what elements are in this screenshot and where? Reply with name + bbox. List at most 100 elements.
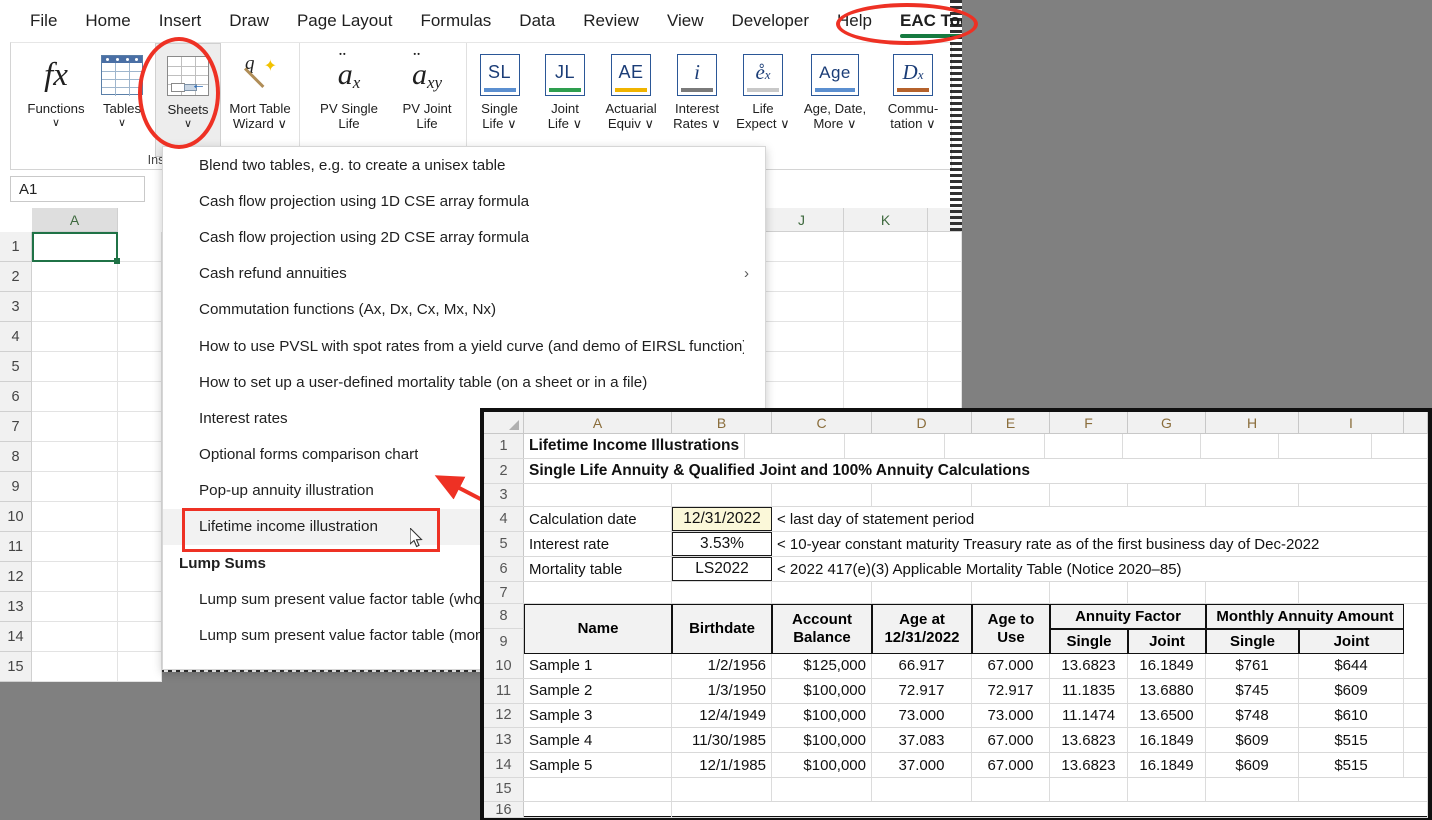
cell-K4[interactable] bbox=[844, 322, 928, 352]
cell-E1[interactable] bbox=[1045, 434, 1124, 458]
cell-F15[interactable] bbox=[1050, 777, 1128, 801]
cell-C4-note[interactable]: < last day of statement period bbox=[772, 507, 979, 531]
cell-B14[interactable] bbox=[118, 622, 162, 652]
cell-A6-mortality-table-label[interactable]: Mortality table bbox=[524, 557, 672, 581]
cell-H1[interactable] bbox=[1279, 434, 1373, 458]
cell-L1[interactable] bbox=[928, 232, 962, 262]
cell-J5[interactable] bbox=[760, 352, 844, 382]
tab-home[interactable]: Home bbox=[71, 5, 144, 37]
menu-item-cash-flow-2d[interactable]: Cash flow projection using 2D CSE array … bbox=[163, 219, 765, 255]
menu-item-cash-refund-annuities[interactable]: Cash refund annuities › bbox=[163, 256, 765, 292]
tab-draw[interactable]: Draw bbox=[215, 5, 283, 37]
cell-A5-interest-rate-label[interactable]: Interest rate bbox=[524, 532, 672, 556]
tab-view[interactable]: View bbox=[653, 5, 718, 37]
cell-C3[interactable] bbox=[772, 484, 872, 506]
cell-J2[interactable] bbox=[760, 262, 844, 292]
cell-D12[interactable]: 73.000 bbox=[872, 703, 972, 728]
row-header-13[interactable]: 13 bbox=[484, 728, 524, 753]
cell-J14[interactable] bbox=[1404, 753, 1428, 777]
row-header-14[interactable]: 14 bbox=[484, 753, 524, 777]
cell-I3[interactable] bbox=[1299, 484, 1428, 506]
cell-D4-overflow[interactable] bbox=[979, 507, 1428, 531]
row-header-2[interactable]: 2 bbox=[484, 459, 524, 483]
cell-K5[interactable] bbox=[844, 352, 928, 382]
column-header-H[interactable]: H bbox=[1206, 412, 1299, 433]
cell-B3[interactable] bbox=[672, 484, 772, 506]
cell-K1[interactable] bbox=[844, 232, 928, 262]
cell-F13[interactable]: 13.6823 bbox=[1050, 728, 1128, 753]
cell-E15[interactable] bbox=[972, 777, 1050, 801]
tab-review[interactable]: Review bbox=[569, 5, 653, 37]
cell-A2[interactable] bbox=[32, 262, 118, 292]
row-header-1[interactable]: 1 bbox=[484, 434, 524, 458]
cell-G13[interactable]: 16.1849 bbox=[1128, 728, 1206, 753]
row-header-10[interactable]: 10 bbox=[484, 654, 524, 678]
cell-A7[interactable] bbox=[32, 412, 118, 442]
cell-I7[interactable] bbox=[1299, 582, 1428, 603]
cell-A10[interactable] bbox=[32, 502, 118, 532]
cell-J8[interactable] bbox=[1404, 604, 1428, 654]
fill-handle[interactable] bbox=[114, 258, 120, 264]
cell-B13[interactable]: 11/30/1985 bbox=[672, 728, 772, 753]
row-header-3[interactable]: 3 bbox=[484, 484, 524, 506]
cell-F3[interactable] bbox=[1050, 484, 1128, 506]
row-header-15[interactable]: 15 bbox=[484, 777, 524, 801]
row-header-8[interactable]: 8 bbox=[0, 442, 32, 472]
cell-D13[interactable]: 37.083 bbox=[872, 728, 972, 753]
column-header-K[interactable]: K bbox=[844, 208, 928, 232]
row-header-10[interactable]: 10 bbox=[0, 502, 32, 532]
cell-F10[interactable]: 13.6823 bbox=[1050, 654, 1128, 678]
cell-G10[interactable]: 16.1849 bbox=[1128, 654, 1206, 678]
cell-B15[interactable] bbox=[118, 652, 162, 682]
ribbon-button-commutation[interactable]: Dx Commu- tation ∨ bbox=[874, 43, 952, 131]
cell-C6-note[interactable]: < 2022 417(e)(3) Applicable Mortality Ta… bbox=[772, 557, 1187, 581]
cell-D11[interactable]: 72.917 bbox=[872, 678, 972, 703]
cell-C10[interactable]: $125,000 bbox=[772, 654, 872, 678]
menu-item-blend-two-tables[interactable]: Blend two tables, e.g. to create a unise… bbox=[163, 147, 765, 183]
cell-B4-calculation-date-value[interactable]: 12/31/2022 bbox=[672, 507, 772, 531]
cell-H12[interactable]: $748 bbox=[1206, 703, 1299, 728]
cell-A8[interactable] bbox=[32, 442, 118, 472]
cell-H14[interactable]: $609 bbox=[1206, 753, 1299, 777]
row-header-1[interactable]: 1 bbox=[0, 232, 32, 262]
column-header-I[interactable]: I bbox=[1299, 412, 1404, 433]
cell-E10[interactable]: 67.000 bbox=[972, 654, 1050, 678]
cell-B2[interactable] bbox=[118, 262, 162, 292]
cell-H13[interactable]: $609 bbox=[1206, 728, 1299, 753]
cell-E7[interactable] bbox=[972, 582, 1050, 603]
row-header-9[interactable]: 9 bbox=[484, 629, 524, 654]
cell-I13[interactable]: $515 bbox=[1299, 728, 1404, 753]
cell-C15[interactable] bbox=[772, 777, 872, 801]
cell-G1[interactable] bbox=[1201, 434, 1280, 458]
cell-A11[interactable] bbox=[32, 532, 118, 562]
cell-B8[interactable] bbox=[118, 442, 162, 472]
tab-formulas[interactable]: Formulas bbox=[406, 5, 505, 37]
cell-L3[interactable] bbox=[928, 292, 962, 322]
cell-B5[interactable] bbox=[118, 352, 162, 382]
cell-A10[interactable]: Sample 1 bbox=[524, 654, 672, 678]
cell-C11[interactable]: $100,000 bbox=[772, 678, 872, 703]
row-header-5[interactable]: 5 bbox=[0, 352, 32, 382]
cell-D15[interactable] bbox=[872, 777, 972, 801]
cell-H3[interactable] bbox=[1206, 484, 1299, 506]
cell-A14[interactable] bbox=[32, 622, 118, 652]
cell-B1[interactable] bbox=[118, 232, 162, 262]
row-header-9[interactable]: 9 bbox=[0, 472, 32, 502]
row-header-7[interactable]: 7 bbox=[484, 582, 524, 603]
cell-G15[interactable] bbox=[1128, 777, 1206, 801]
column-header-B[interactable]: B bbox=[672, 412, 772, 433]
cell-F7[interactable] bbox=[1050, 582, 1128, 603]
row-header-12[interactable]: 12 bbox=[484, 703, 524, 728]
cell-F12[interactable]: 11.1474 bbox=[1050, 703, 1128, 728]
cell-I14[interactable]: $515 bbox=[1299, 753, 1404, 777]
cell-B1[interactable] bbox=[745, 434, 846, 458]
cell-I1[interactable] bbox=[1372, 434, 1428, 458]
column-header-G[interactable]: G bbox=[1128, 412, 1206, 433]
cell-A13[interactable]: Sample 4 bbox=[524, 728, 672, 753]
cell-I11[interactable]: $609 bbox=[1299, 678, 1404, 703]
ribbon-button-joint-life[interactable]: JL Joint Life ∨ bbox=[532, 43, 598, 131]
cell-A11[interactable]: Sample 2 bbox=[524, 678, 672, 703]
cell-J10[interactable] bbox=[1404, 654, 1428, 678]
cell-A12[interactable] bbox=[32, 562, 118, 592]
row-header-12[interactable]: 12 bbox=[0, 562, 32, 592]
